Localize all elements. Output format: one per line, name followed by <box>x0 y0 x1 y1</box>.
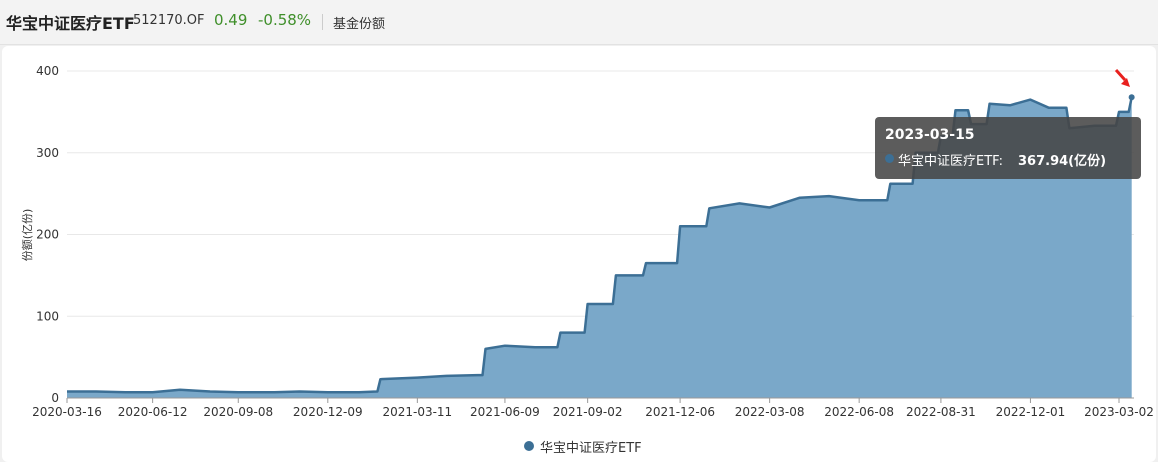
tooltip-series-label: 华宝中证医疗ETF: <box>898 154 1004 169</box>
y-tick-label: 400 <box>36 64 59 78</box>
y-tick-label: 200 <box>36 228 59 242</box>
x-tick-label: 2021-06-09 <box>470 405 540 419</box>
legend-dot <box>524 441 534 451</box>
y-tick-label: 300 <box>36 146 59 160</box>
y-axis-label: 份额(亿份) <box>21 209 34 262</box>
x-tick-label: 2020-12-09 <box>293 405 363 419</box>
data-tooltip: 2023-03-15 华宝中证医疗ETF: 367.94(亿份) <box>875 117 1141 179</box>
x-tick-label: 2022-12-01 <box>996 405 1066 419</box>
tooltip-series-dot <box>885 154 894 163</box>
legend-label: 华宝中证医疗ETF <box>540 441 642 456</box>
x-tick-label: 2020-06-12 <box>118 405 188 419</box>
x-tick-label: 2021-09-02 <box>553 405 623 419</box>
x-tick-label: 2022-03-08 <box>735 405 805 419</box>
hover-point-marker <box>1128 94 1135 101</box>
x-tick-labels: 2020-03-16 2020-06-12 2020-09-08 2020-12-09… <box>32 398 1154 419</box>
x-tick-label: 2021-03-11 <box>382 405 452 419</box>
y-tick-label: 100 <box>36 309 59 323</box>
x-tick-label: 2020-09-08 <box>203 405 273 419</box>
x-tick-label: 2021-12-06 <box>645 405 715 419</box>
share-area-chart[interactable]: 份额(亿份) 0 100 200 300 400 2020-03-16 2020-06-1… <box>0 0 1158 462</box>
x-tick-label: 2020-03-16 <box>32 405 102 419</box>
tooltip-date: 2023-03-15 <box>885 127 975 143</box>
y-tick-label: 0 <box>51 391 59 405</box>
y-tick-labels: 0 100 200 300 400 <box>36 64 59 405</box>
x-tick-label: 2023-03-02 <box>1084 405 1154 419</box>
x-tick-label: 2022-06-08 <box>824 405 894 419</box>
x-tick-label: 2022-08-31 <box>906 405 976 419</box>
tooltip-value: 367.94(亿份) <box>1018 154 1107 169</box>
red-arrow-icon <box>1114 68 1130 87</box>
